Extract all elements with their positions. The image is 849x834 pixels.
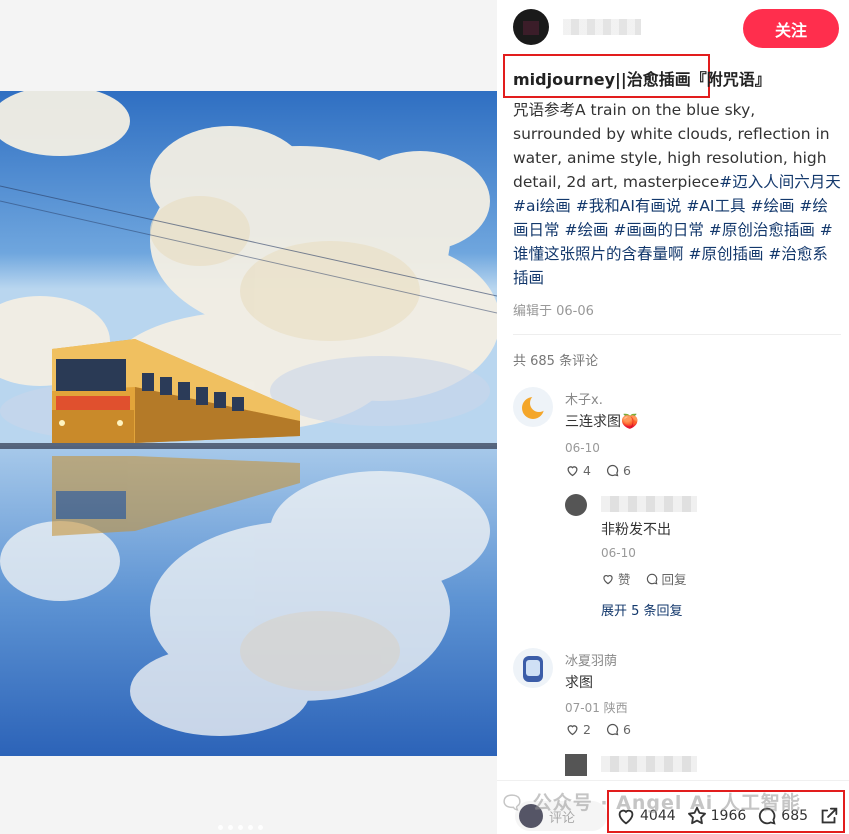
reply-text: 非粉发不出	[601, 522, 671, 538]
comment-actions: 4 6	[565, 463, 631, 478]
comment-bubble-icon	[606, 464, 619, 477]
hashtag[interactable]: #AI工具	[686, 197, 745, 215]
reply-action[interactable]: 6	[605, 722, 631, 737]
comment-text: 求图	[565, 675, 593, 691]
reply-like-action[interactable]: 赞	[601, 569, 631, 588]
comment-actions: 2 6	[565, 722, 631, 737]
comment-date: 07-01 陕西	[565, 701, 628, 715]
reply-date: 06-10	[601, 546, 636, 560]
heart-icon	[603, 574, 613, 584]
details-pane: 关注 midjourney||治愈插画『附咒语』 咒语参考A train on …	[497, 0, 849, 834]
author-info[interactable]	[513, 9, 641, 45]
page: 关注 midjourney||治愈插画『附咒语』 咒语参考A train on …	[0, 0, 849, 834]
comment-text: 三连求图🍑	[565, 414, 639, 430]
commenter-name[interactable]: 木子x.	[565, 389, 603, 408]
reply-action[interactable]: 6	[605, 463, 631, 478]
author-avatar[interactable]	[513, 9, 549, 45]
reply-name-blurred[interactable]	[601, 496, 697, 512]
heart-icon	[567, 725, 578, 736]
heart-icon	[567, 466, 578, 477]
watermark: 🗨 公众号 · Angel Ai 人工智能	[500, 792, 801, 814]
carousel-dot[interactable]	[228, 825, 233, 830]
commenter-avatar[interactable]	[513, 387, 553, 427]
reply-avatar[interactable]	[565, 494, 587, 516]
hashtag[interactable]: #绘画	[564, 221, 608, 239]
reply-actions: 赞 回复	[601, 569, 687, 588]
carousel-dot[interactable]	[258, 825, 263, 830]
reply-reply-label: 回复	[661, 572, 687, 587]
share-icon	[821, 807, 838, 824]
divider	[513, 334, 841, 335]
reply-avatar[interactable]	[565, 754, 587, 776]
hashtag[interactable]: #画画的日常	[613, 221, 704, 239]
carousel-dot[interactable]	[248, 825, 253, 830]
post-image[interactable]	[0, 91, 497, 756]
hashtag[interactable]: #迈入人间六月天	[719, 173, 841, 191]
carousel-dot[interactable]	[238, 825, 243, 830]
post-description: 咒语参考A train on the blue sky, surrounded …	[513, 98, 841, 290]
comment-count: 共 685 条评论	[513, 354, 599, 369]
commenter-avatar[interactable]	[513, 648, 553, 688]
reply-count: 6	[622, 463, 631, 478]
share-button[interactable]	[818, 805, 840, 827]
like-action[interactable]: 2	[565, 722, 591, 737]
post-title: midjourney||治愈插画『附咒语』	[513, 70, 771, 89]
reply-name-blurred[interactable]	[601, 756, 697, 772]
commenter-name[interactable]: 冰夏羽荫	[565, 650, 617, 669]
expand-replies-link[interactable]: 展开 5 条回复	[601, 600, 683, 619]
carousel-dot[interactable]	[218, 825, 223, 830]
comment-bubble-icon	[606, 723, 619, 736]
follow-button[interactable]: 关注	[743, 9, 839, 48]
reply-like-label: 赞	[618, 572, 631, 587]
comment-date: 06-10	[565, 441, 600, 455]
hashtag[interactable]: #我和AI有画说	[576, 197, 682, 215]
author-name-blurred[interactable]	[563, 19, 641, 35]
like-count: 4	[583, 463, 591, 478]
edit-date: 编辑于 06-06	[513, 304, 594, 319]
hashtag[interactable]: #ai绘画	[513, 197, 571, 215]
like-action[interactable]: 4	[565, 463, 591, 478]
carousel-dots[interactable]	[218, 825, 263, 830]
comment-bubble-icon	[646, 573, 657, 584]
hashtag[interactable]: #原创治愈插画	[709, 221, 815, 239]
reply-count: 6	[622, 722, 631, 737]
reply-reply-action[interactable]: 回复	[645, 569, 687, 588]
image-pane	[0, 0, 497, 834]
like-count: 2	[583, 722, 591, 737]
hashtag[interactable]: #原创插画	[688, 245, 763, 263]
hashtag[interactable]: #绘画	[750, 197, 794, 215]
